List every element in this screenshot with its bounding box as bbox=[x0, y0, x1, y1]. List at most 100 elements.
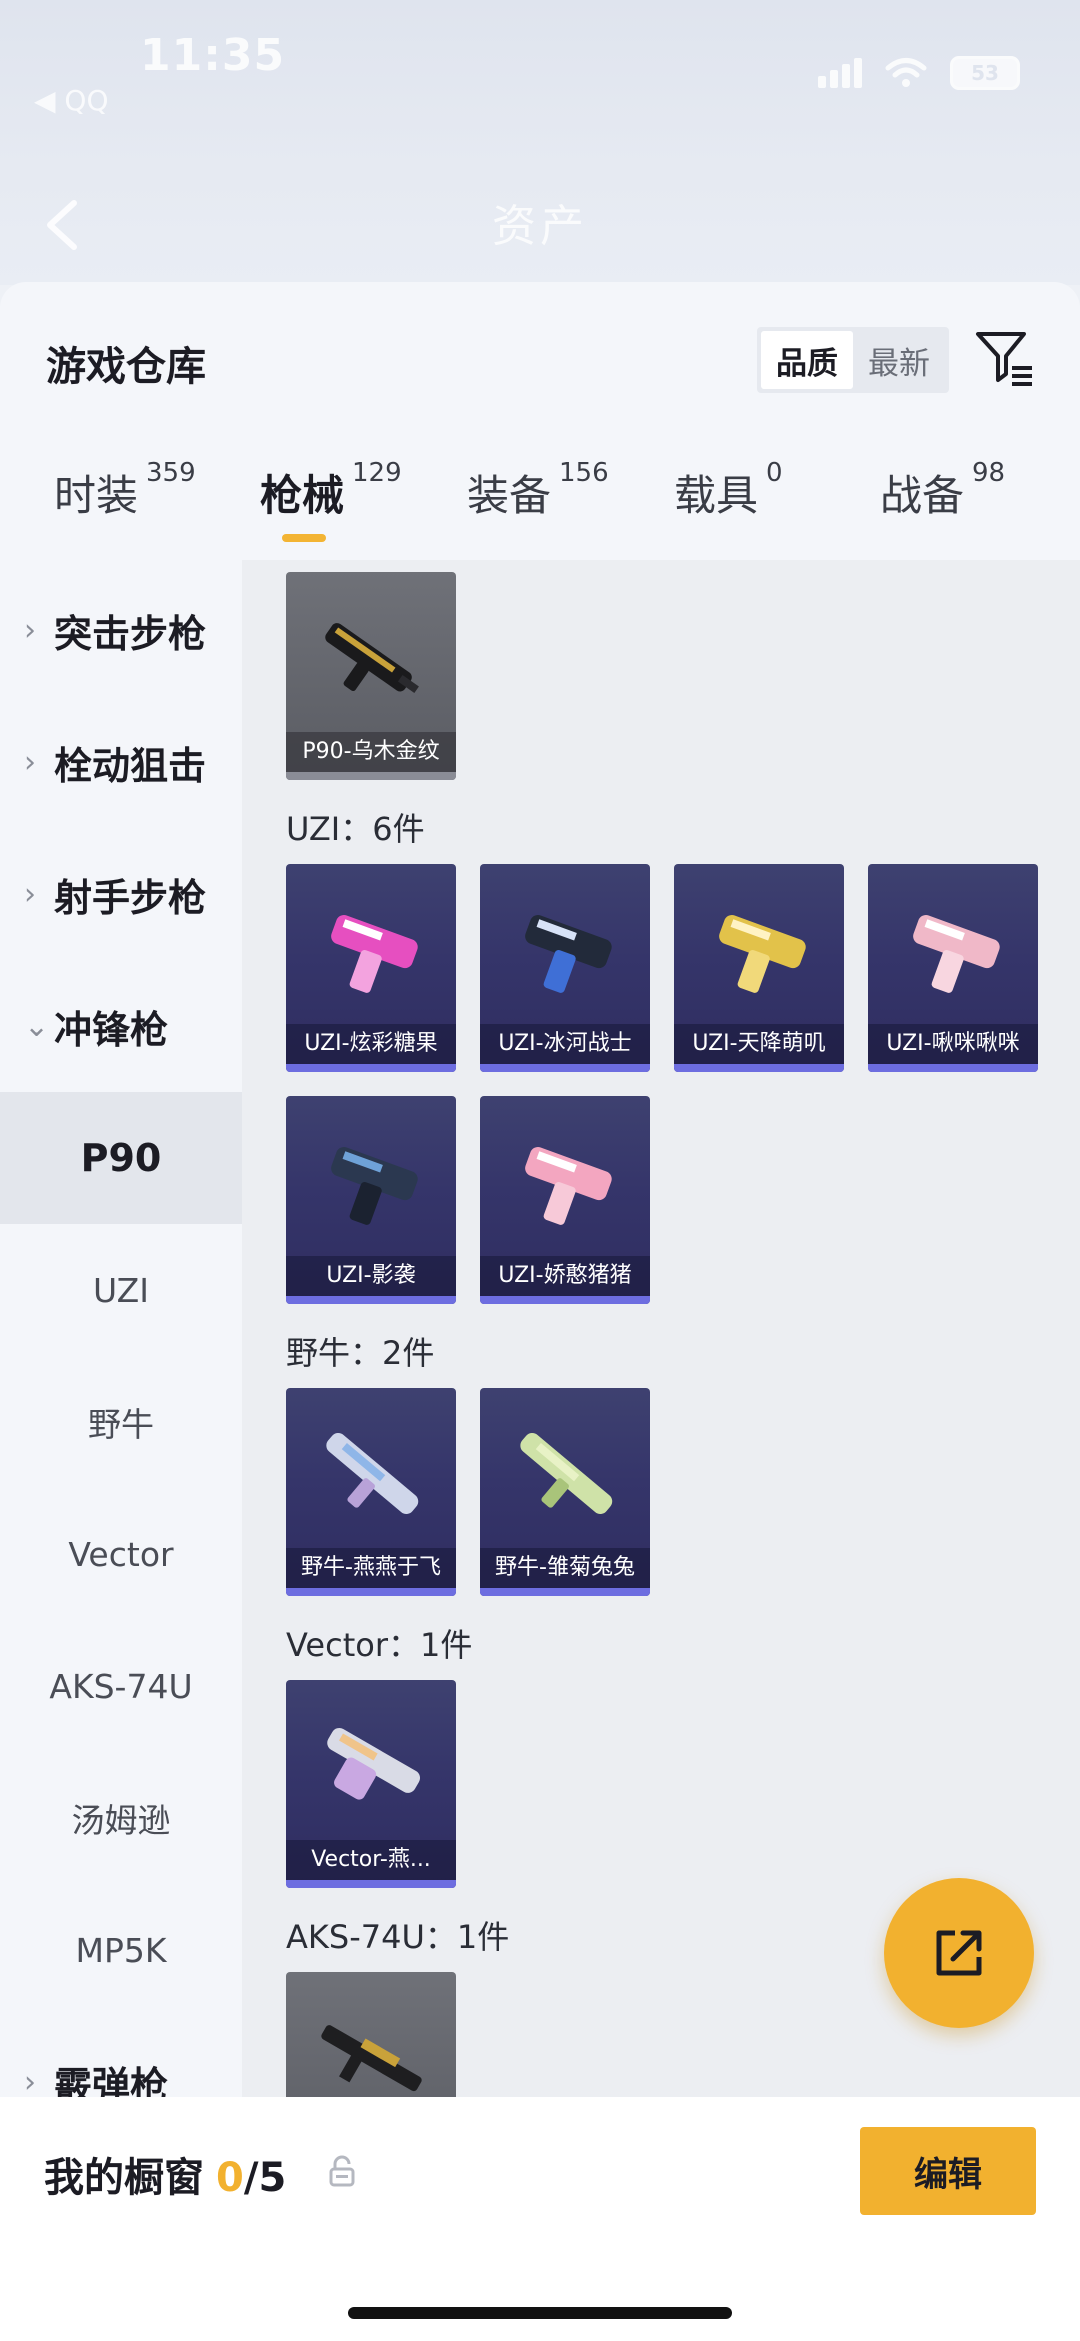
group-label-aks74u: AKS-74U：1件 bbox=[286, 1918, 510, 1956]
item-card[interactable]: UZI-影袭 bbox=[286, 1096, 456, 1304]
gun-icon bbox=[331, 915, 418, 993]
rarity-bar bbox=[286, 1588, 456, 1596]
sidebar-cat-smg[interactable]: ⌄ 冲锋枪 bbox=[0, 960, 242, 1092]
item-name: UZI-啾咪啾咪 bbox=[868, 1024, 1038, 1064]
item-card[interactable]: 野牛-雏菊兔兔 bbox=[480, 1388, 650, 1596]
tab-weapons[interactable]: 枪械 129 bbox=[260, 458, 402, 523]
showcase-label: 我的橱窗 0/5 bbox=[44, 2145, 286, 2203]
item-card[interactable]: UZI-天降萌叽 bbox=[674, 864, 844, 1072]
tab-label: 枪械 bbox=[260, 471, 345, 520]
rarity-bar bbox=[674, 1064, 844, 1072]
item-name: UZI-影袭 bbox=[286, 1256, 456, 1296]
sidebar-item-mp5k[interactable]: MP5K bbox=[0, 1884, 242, 2016]
rarity-bar bbox=[480, 1296, 650, 1304]
tab-label: 载具 bbox=[674, 471, 759, 520]
item-card[interactable]: UZI-炫彩糖果 bbox=[286, 864, 456, 1072]
showcase-title: 我的橱窗 bbox=[44, 2155, 204, 2201]
item-name: UZI-娇憨猪猪 bbox=[480, 1256, 650, 1296]
active-tab-indicator bbox=[282, 534, 326, 542]
item-card[interactable]: UZI-冰河战士 bbox=[480, 864, 650, 1072]
item-card[interactable]: UZI-啾咪啾咪 bbox=[868, 864, 1038, 1072]
sidebar-cat-assault-rifle[interactable]: › 突击步枪 bbox=[0, 564, 242, 696]
tab-count: 98 bbox=[972, 458, 1006, 488]
tab-count: 359 bbox=[146, 458, 196, 488]
sidebar-item-thompson[interactable]: 汤姆逊 bbox=[0, 1752, 242, 1884]
sidebar-cat-label: 栓动狙击 bbox=[54, 743, 207, 788]
weapon-type-sidebar: › 突击步枪 › 栓动狙击 › 射手步枪 ⌄ 冲锋枪 P90 UZI 野牛 Vector… bbox=[0, 564, 242, 2341]
tab-count: 129 bbox=[352, 458, 402, 488]
share-icon bbox=[936, 1930, 982, 1976]
sidebar-cat-bolt-sniper[interactable]: › 栓动狙击 bbox=[0, 696, 242, 828]
rarity-bar bbox=[286, 1064, 456, 1072]
sidebar-item-vector[interactable]: Vector bbox=[0, 1488, 242, 1620]
sort-newest-button[interactable]: 最新 bbox=[853, 331, 945, 389]
gun-icon bbox=[520, 1432, 613, 1514]
group-label-uzi: UZI：6件 bbox=[286, 810, 425, 848]
item-card[interactable]: P90-乌木金纹 bbox=[286, 572, 456, 780]
signal-icon bbox=[818, 58, 862, 88]
chevron-down-icon: ⌄ bbox=[24, 1008, 50, 1044]
gun-icon bbox=[525, 915, 612, 993]
sidebar-cat-label: 突击步枪 bbox=[54, 611, 207, 656]
item-card[interactable]: Vector-燕... bbox=[286, 1680, 456, 1888]
item-name: UZI-冰河战士 bbox=[480, 1024, 650, 1064]
tab-fashion[interactable]: 时装 359 bbox=[54, 458, 196, 523]
status-time: 11:35 bbox=[140, 30, 286, 81]
tab-label: 战备 bbox=[880, 471, 965, 520]
gun-icon bbox=[719, 915, 806, 993]
showcase-count: 0 bbox=[216, 2155, 244, 2201]
edit-button[interactable]: 编辑 bbox=[860, 2127, 1036, 2215]
sidebar-cat-label: 射手步枪 bbox=[54, 875, 207, 920]
share-button[interactable] bbox=[884, 1878, 1034, 2028]
sort-quality-button[interactable]: 品质 bbox=[761, 331, 853, 389]
gun-icon bbox=[913, 915, 1000, 993]
tab-label: 装备 bbox=[467, 471, 552, 520]
item-grid: P90-乌木金纹 UZI：6件 UZI-炫彩糖果 UZI-冰河战士 UZI-天降… bbox=[242, 560, 1080, 2097]
group-label-vector: Vector：1件 bbox=[286, 1626, 473, 1664]
filter-icon[interactable] bbox=[972, 326, 1036, 390]
group-label-bizon: 野牛：2件 bbox=[286, 1334, 435, 1372]
battery-icon: 53 bbox=[950, 56, 1020, 90]
item-name: Vector-燕... bbox=[286, 1840, 456, 1880]
home-indicator[interactable] bbox=[348, 2307, 732, 2319]
gun-icon bbox=[525, 1147, 612, 1225]
page-title: 资产 bbox=[492, 201, 588, 252]
item-name: UZI-天降萌叽 bbox=[674, 1024, 844, 1064]
chevron-right-icon: › bbox=[24, 744, 36, 780]
showcase-bar: 我的橱窗 0/5 编辑 bbox=[0, 2097, 1080, 2341]
item-name: 野牛-燕燕于飞 bbox=[286, 1548, 456, 1588]
sidebar-item-bizon[interactable]: 野牛 bbox=[0, 1356, 242, 1488]
tab-count: 156 bbox=[559, 458, 609, 488]
lock-icon bbox=[328, 2155, 356, 2187]
sidebar-item-p90[interactable]: P90 bbox=[0, 1092, 242, 1224]
rarity-bar bbox=[286, 1880, 456, 1888]
showcase-total: /5 bbox=[243, 2155, 287, 2201]
item-card[interactable] bbox=[286, 1972, 456, 2097]
gun-icon bbox=[321, 2025, 422, 2092]
status-back-app: ◀ QQ bbox=[34, 84, 109, 117]
rarity-bar bbox=[480, 1064, 650, 1072]
rarity-bar bbox=[286, 772, 456, 780]
gun-icon bbox=[326, 1432, 419, 1514]
top-header: 11:35 ◀ QQ 53 资产 bbox=[0, 0, 1080, 285]
item-name: UZI-炫彩糖果 bbox=[286, 1024, 456, 1064]
category-tabs: 时装 359 枪械 129 装备 156 载具 0 战备 98 bbox=[0, 458, 1080, 562]
item-card[interactable]: 野牛-燕燕于飞 bbox=[286, 1388, 456, 1596]
tab-equipment[interactable]: 装备 156 bbox=[467, 458, 609, 523]
tab-count: 0 bbox=[766, 458, 783, 488]
sidebar-cat-label: 冲锋枪 bbox=[54, 1007, 169, 1052]
item-name: 野牛-雏菊兔兔 bbox=[480, 1548, 650, 1588]
rarity-bar bbox=[286, 1296, 456, 1304]
tab-label: 时装 bbox=[54, 471, 139, 520]
tab-supplies[interactable]: 战备 98 bbox=[880, 458, 1005, 523]
chevron-right-icon: › bbox=[24, 612, 36, 648]
sidebar-cat-marksman-rifle[interactable]: › 射手步枪 bbox=[0, 828, 242, 960]
wifi-icon bbox=[884, 57, 928, 89]
sidebar-item-aks74u[interactable]: AKS-74U bbox=[0, 1620, 242, 1752]
tab-vehicles[interactable]: 载具 0 bbox=[674, 458, 783, 523]
sort-toggle: 品质 最新 bbox=[757, 327, 949, 393]
rarity-bar bbox=[480, 1588, 650, 1596]
sidebar-item-uzi[interactable]: UZI bbox=[0, 1224, 242, 1356]
status-icons: 53 bbox=[818, 56, 1020, 90]
item-card[interactable]: UZI-娇憨猪猪 bbox=[480, 1096, 650, 1304]
